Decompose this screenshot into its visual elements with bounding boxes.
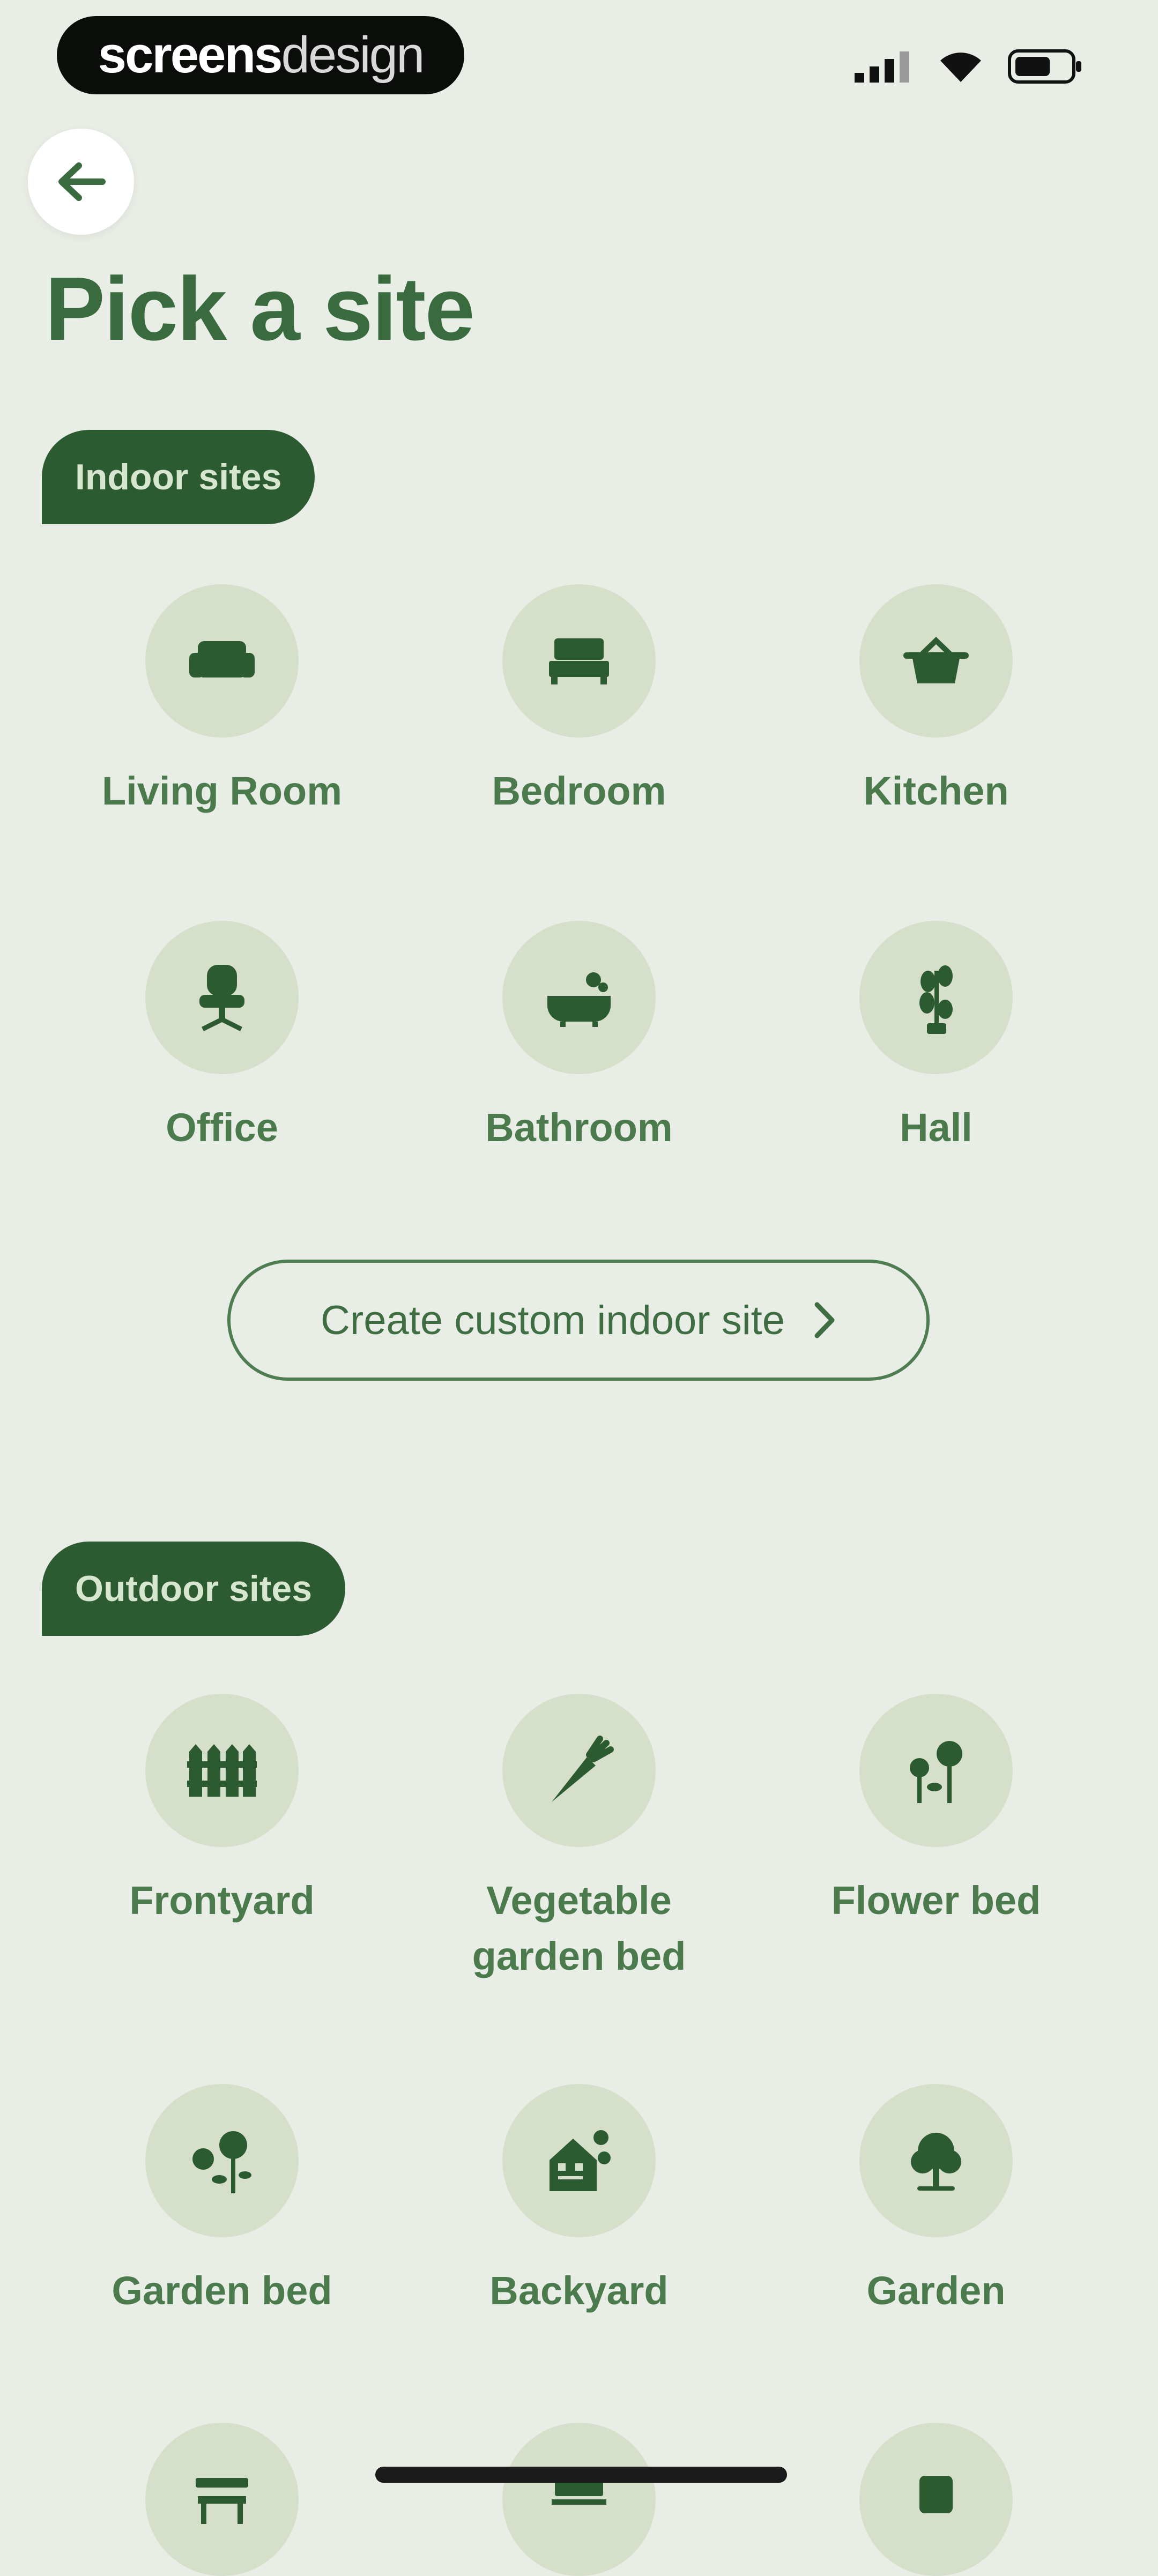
site-label: Bathroom (485, 1105, 673, 1150)
site-tile-partial[interactable] (775, 2423, 1097, 2576)
site-tile-backyard[interactable]: Backyard (418, 2084, 740, 2319)
icon-circle (502, 2423, 656, 2576)
site-label: Bedroom (492, 769, 666, 813)
site-tile-garden-bed[interactable]: Garden bed (61, 2084, 383, 2319)
brand-logo-pill: screens design (57, 16, 464, 94)
carrot-icon (552, 1736, 614, 1802)
icon-circle (502, 1694, 656, 1847)
signal-icon (855, 51, 909, 83)
icon-circle (502, 584, 656, 738)
brand-logo-bold: screens (98, 26, 283, 84)
icon-circle (859, 2084, 1013, 2237)
site-tile-bedroom[interactable]: Bedroom (418, 584, 740, 819)
site-tile-vegetable-garden-bed[interactable]: Vegetable garden bed (418, 1694, 740, 1984)
planter-icon (919, 2476, 953, 2513)
icon-circle (145, 2423, 299, 2576)
site-tile-garden[interactable]: Garden (775, 2084, 1097, 2319)
sofa-icon (189, 641, 255, 677)
site-label: Garden (866, 2268, 1006, 2313)
fence-icon (187, 1744, 257, 1797)
pot-icon (903, 637, 969, 683)
bed-icon (549, 638, 609, 684)
bench-icon (196, 2478, 248, 2524)
icon-circle (145, 1694, 299, 1847)
arrow-left-icon (58, 162, 106, 201)
icon-circle (859, 1694, 1013, 1847)
back-button[interactable] (28, 129, 134, 235)
create-custom-indoor-site-button[interactable]: Create custom indoor site (227, 1260, 930, 1381)
bathtub-icon (547, 972, 611, 1027)
indoor-sites-tag: Indoor sites (42, 430, 315, 524)
brand-logo-thin: design (281, 26, 425, 84)
hall-plant-icon (919, 965, 953, 1034)
site-label: Hall (900, 1105, 973, 1150)
outdoor-sites-tag: Outdoor sites (42, 1542, 346, 1636)
site-label: Backyard (489, 2268, 669, 2313)
icon-circle (859, 2423, 1013, 2576)
icon-circle (859, 921, 1013, 1074)
icon-circle (145, 584, 299, 738)
site-tile-frontyard[interactable]: Frontyard (61, 1694, 383, 1929)
home-indicator (375, 2467, 787, 2483)
status-icons (855, 49, 1083, 84)
site-tile-bathroom[interactable]: Bathroom (418, 921, 740, 1156)
page-title: Pick a site (45, 258, 475, 359)
site-tile-office[interactable]: Office (61, 921, 383, 1156)
site-tile-living-room[interactable]: Living Room (61, 584, 383, 819)
site-label: Office (166, 1105, 278, 1150)
site-label: Living Room (101, 769, 343, 813)
site-label: Kitchen (863, 769, 1009, 813)
tree-icon (911, 2133, 961, 2191)
icon-circle (502, 921, 656, 1074)
site-label: Frontyard (129, 1878, 315, 1923)
site-tile-hall[interactable]: Hall (775, 921, 1097, 1156)
icon-circle (502, 2084, 656, 2237)
office-chair-icon (199, 965, 244, 1032)
site-tile-kitchen[interactable]: Kitchen (775, 584, 1097, 819)
status-bar: screens design (0, 0, 1158, 107)
site-tile-flower-bed[interactable]: Flower bed (775, 1694, 1097, 1929)
icon-circle (145, 2084, 299, 2237)
icon-circle (859, 584, 1013, 738)
site-tile-partial[interactable] (61, 2423, 383, 2576)
icon-circle (145, 921, 299, 1074)
wifi-icon (940, 53, 981, 82)
site-label: Flower bed (831, 1878, 1041, 1923)
site-tile-partial[interactable] (418, 2423, 740, 2576)
chevron-right-icon (814, 1302, 835, 1338)
garden-bed-icon (192, 2131, 251, 2193)
create-custom-indoor-site-label: Create custom indoor site (321, 1297, 785, 1343)
site-label: Vegetable garden bed (472, 1878, 686, 1978)
house-trees-icon (550, 2130, 611, 2191)
flowers-icon (910, 1741, 962, 1803)
battery-icon (1008, 49, 1081, 84)
site-label: Garden bed (112, 2268, 332, 2313)
